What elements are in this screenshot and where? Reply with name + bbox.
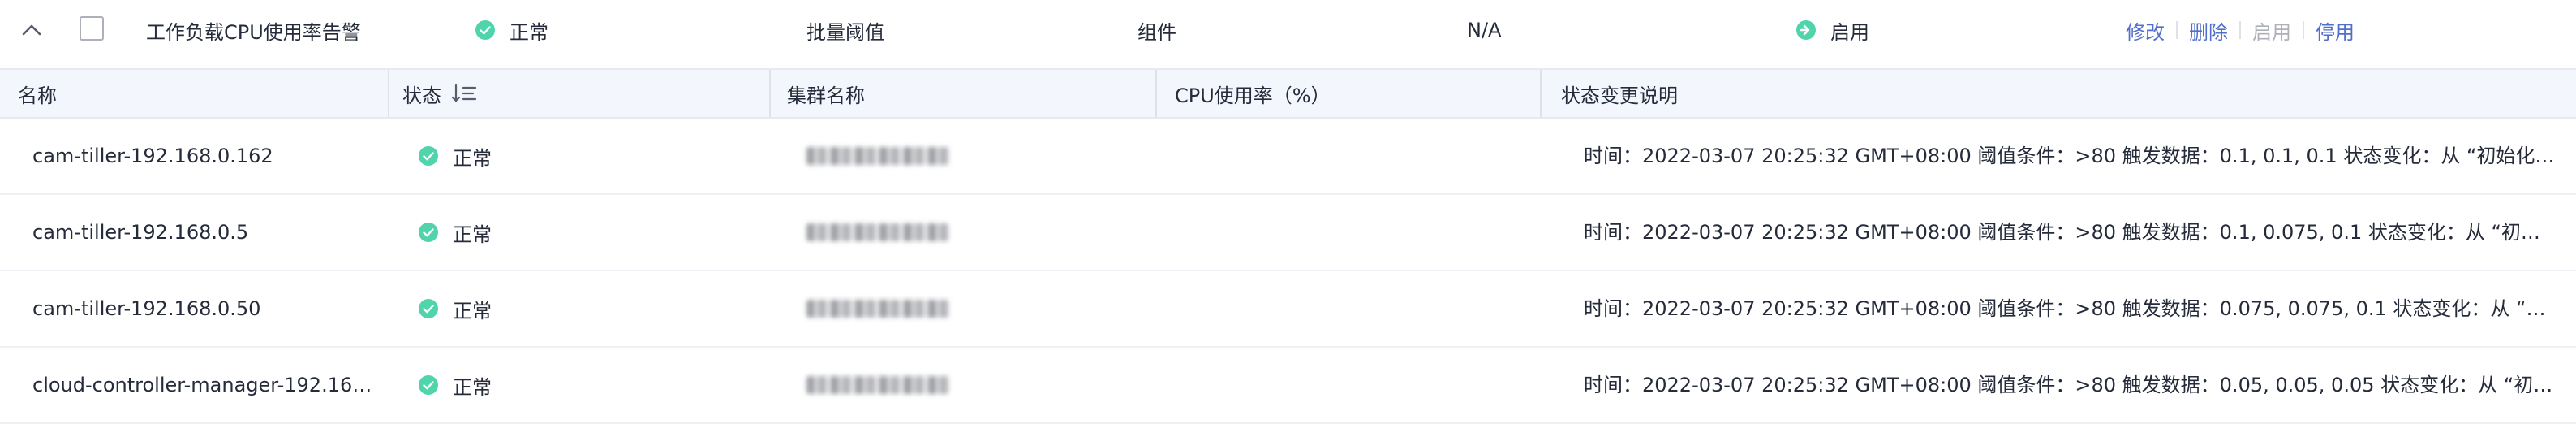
sort-icon[interactable] [451,83,477,104]
column-divider[interactable] [388,70,389,117]
row-name: cam-tiller-192.168.0.50 [32,297,261,320]
row-status-label: 正常 [453,299,492,322]
rule-status: 正常 [475,0,548,60]
column-divider[interactable] [769,70,771,117]
redacted-cluster-name [806,223,949,241]
enable-link: 启用 [2252,20,2291,44]
action-divider [2176,21,2178,39]
rule-status-label: 正常 [510,20,548,44]
column-divider[interactable] [1155,70,1157,117]
row-status-label: 正常 [453,375,492,399]
rule-name: 工作负载CPU使用率告警 [146,20,361,44]
row-select-checkbox[interactable] [80,16,104,41]
rule-value: N/A [1467,19,1502,41]
rule-target: 组件 [1137,20,1176,44]
alarm-rule-row: 工作负载CPU使用率告警 正常 批量阈值 组件 N/A 启用 修改 删除 启用 [0,0,2576,70]
row-status: 正常 [419,271,492,346]
row-status-label: 正常 [453,223,492,246]
chevron-up-icon[interactable] [18,16,45,44]
delete-link[interactable]: 删除 [2189,16,2228,45]
disable-link[interactable]: 停用 [2316,16,2355,45]
column-header-name: 名称 [18,84,57,107]
redacted-cluster-name [806,376,949,394]
column-header-change: 状态变更说明 [1561,84,1678,107]
action-divider [2239,21,2241,39]
check-circle-icon [419,146,438,166]
check-circle-icon [475,20,495,40]
row-status-label: 正常 [453,146,492,170]
alarm-rule-panel: 工作负载CPU使用率告警 正常 批量阈值 组件 N/A 启用 修改 删除 启用 [0,0,2576,424]
row-cluster-redacted [806,348,949,422]
check-circle-icon [419,223,438,242]
row-change-description: 时间：2022-03-07 20:25:32 GMT+08:00 阈值条件：>8… [1584,221,2557,244]
column-header-cluster: 集群名称 [787,84,865,107]
row-name: cam-tiller-192.168.0.5 [32,221,249,244]
column-header-status: 状态 [402,70,477,117]
action-divider [2303,21,2304,39]
column-header-status-label: 状态 [402,84,441,107]
redacted-cluster-name [806,147,949,165]
row-change-description: 时间：2022-03-07 20:25:32 GMT+08:00 阈值条件：>8… [1584,297,2557,320]
table-row: cam-tiller-192.168.0.50 正常 时间：2022-03-07… [0,271,2576,348]
row-cluster-redacted [806,195,949,270]
rule-actions: 修改 删除 启用 停用 [2126,0,2355,60]
row-change-description: 时间：2022-03-07 20:25:32 GMT+08:00 阈值条件：>8… [1584,374,2557,396]
table-row: cam-tiller-192.168.0.5 正常 时间：2022-03-07 … [0,195,2576,271]
row-change-description: 时间：2022-03-07 20:25:32 GMT+08:00 阈值条件：>8… [1584,145,2557,167]
redacted-cluster-name [806,300,949,318]
row-name: cam-tiller-192.168.0.162 [32,145,273,167]
row-name: cloud-controller-manager-192.168.0.... [32,374,373,396]
check-circle-icon [419,375,438,395]
row-status: 正常 [419,119,492,193]
table-header: 名称 状态 集群名称 CPU使用率（%） 状态变更说明 [0,70,2576,119]
row-cluster-redacted [806,119,949,193]
modify-link[interactable]: 修改 [2126,16,2165,45]
table-row: cam-tiller-192.168.0.162 正常 时间：2022-03-0… [0,119,2576,195]
row-status: 正常 [419,348,492,422]
table-row: cloud-controller-manager-192.168.0.... 正… [0,348,2576,424]
rule-threshold-type: 批量阈值 [806,20,884,44]
arrow-right-circle-icon [1796,20,1816,40]
row-status: 正常 [419,195,492,270]
check-circle-icon [419,299,438,318]
column-header-cpu: CPU使用率（%） [1175,84,1331,107]
rule-enabled-status: 启用 [1796,0,1869,60]
column-divider[interactable] [1540,70,1542,117]
rule-enabled-label: 启用 [1830,20,1869,44]
row-cluster-redacted [806,271,949,346]
